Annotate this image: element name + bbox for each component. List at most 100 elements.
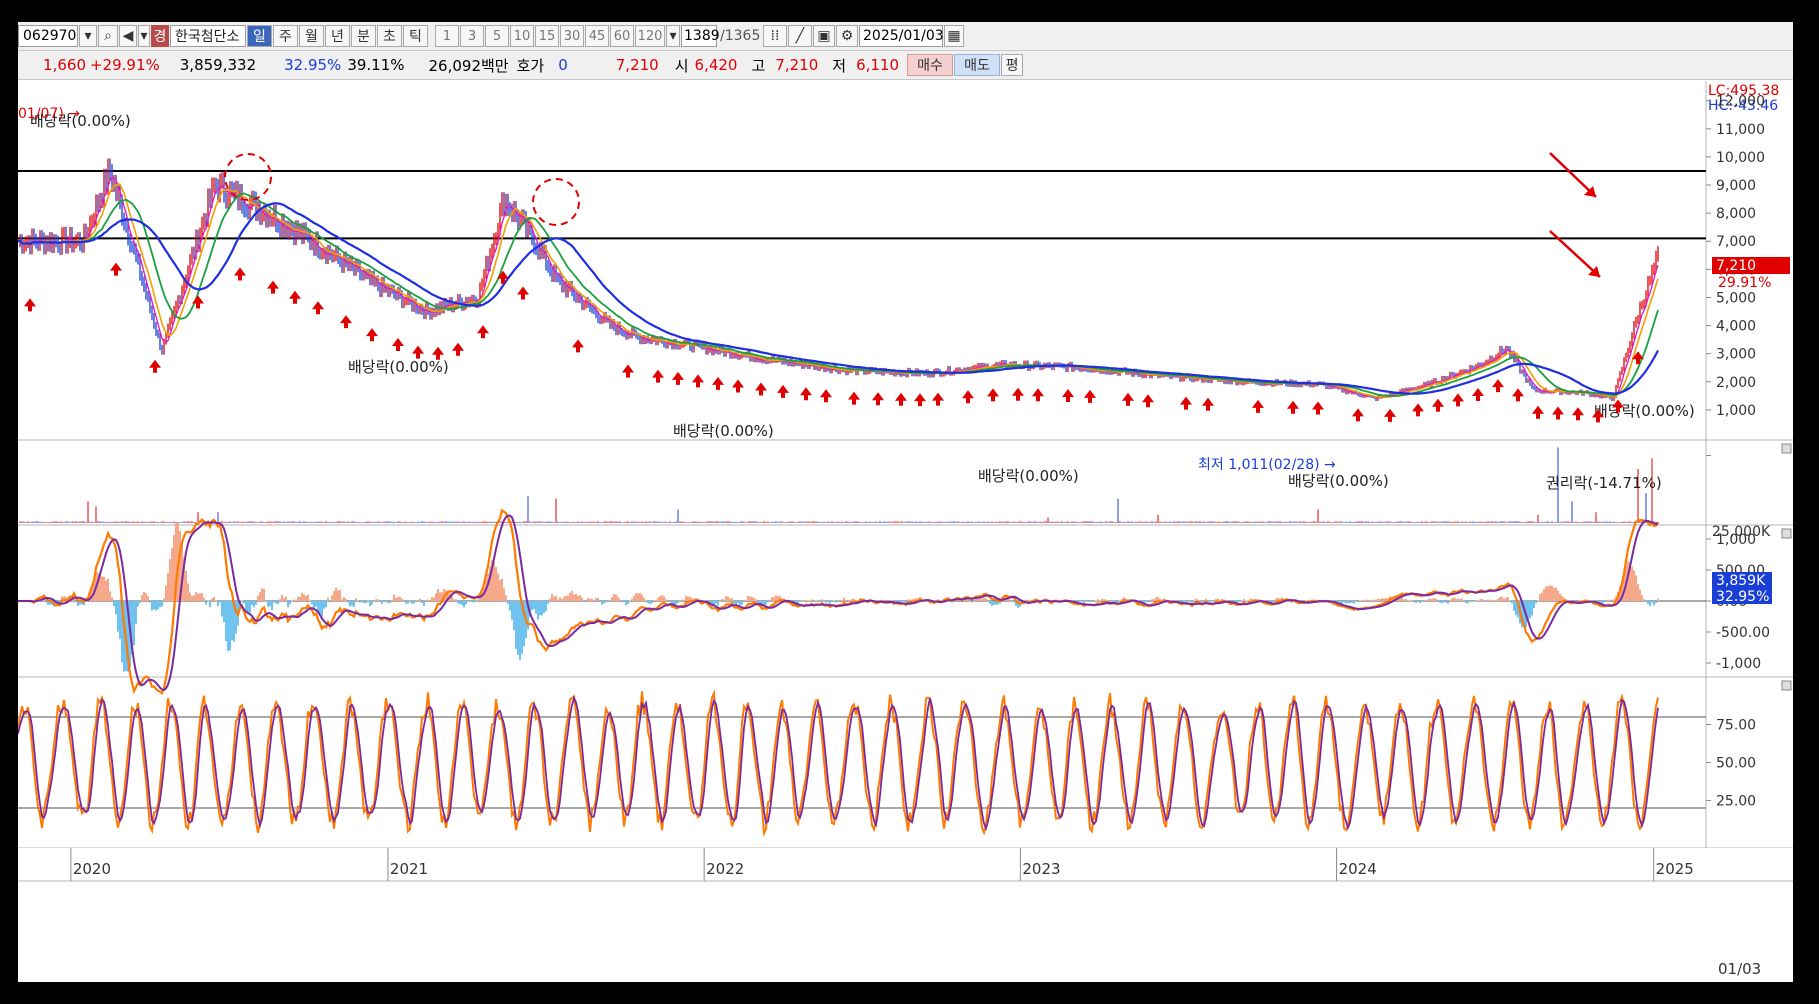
volume-ratio: 32.95% <box>284 56 342 74</box>
timeframe-tab-5[interactable]: 초 <box>377 25 402 47</box>
panel-close-button[interactable] <box>1781 528 1792 539</box>
trade-amount: 26,092백만 <box>428 56 509 75</box>
period-button-2[interactable]: 5 <box>485 25 509 47</box>
open-label: 시 <box>674 56 689 75</box>
macd-axis-tick: -1,000 <box>1716 656 1761 672</box>
event-annotation: 권리락(-14.71%) <box>1546 474 1662 492</box>
last-price-label: 7,210 <box>1716 258 1756 274</box>
hoga-value: 0 <box>558 56 568 74</box>
x-axis-label: 2022 <box>706 860 744 878</box>
price-axis-tick: 12,000 <box>1716 94 1765 110</box>
candle-icon: ⁞⁞ <box>770 28 780 44</box>
market-badge: 경 <box>151 25 169 47</box>
last-volume-label: 3,859K <box>1716 573 1766 589</box>
sound-button[interactable]: ◀ <box>119 25 137 47</box>
timeframe-tab-3[interactable]: 년 <box>325 25 350 47</box>
macd-axis-tick: -500.00 <box>1716 625 1770 641</box>
x-axis-label: 2023 <box>1022 860 1060 878</box>
line-tool-button[interactable]: ╱ <box>788 25 812 47</box>
turnover-rate: 39.11% <box>347 56 405 74</box>
price-axis-tick: 8,000 <box>1716 206 1756 222</box>
current-price: 7,210 <box>615 56 659 74</box>
price-axis-tick: 10,000 <box>1716 150 1765 166</box>
total-count: /1365 <box>720 28 761 44</box>
low-price-marker: 최저 1,011(02/28) → <box>1198 457 1336 473</box>
period-button-5[interactable]: 30 <box>560 25 584 47</box>
high-label: 고 <box>751 56 766 75</box>
search-button[interactable]: ⌕ <box>98 25 118 47</box>
change-percent: +29.91% <box>90 56 160 74</box>
period-button-7[interactable]: 60 <box>610 25 634 47</box>
price-axis-tick: 11,000 <box>1716 122 1765 138</box>
period-button-8[interactable]: 120 <box>635 25 665 47</box>
x-axis-label: 2024 <box>1339 860 1377 878</box>
price-axis-tick: 1,000 <box>1716 403 1756 419</box>
stoch-axis-tick: 25.00 <box>1716 793 1756 809</box>
panel-close-button[interactable] <box>1781 443 1792 454</box>
volume-value: 3,859,332 <box>179 56 257 74</box>
average-button[interactable]: 평 <box>1001 54 1024 76</box>
timeframe-tab-1[interactable]: 주 <box>273 25 298 47</box>
date-input[interactable]: 2025/01/03 <box>859 25 944 47</box>
save-button[interactable]: ▣ <box>813 25 835 47</box>
low-label: 저 <box>832 56 847 75</box>
event-annotation: 배당락(0.00%) <box>673 422 774 440</box>
period-button-3[interactable]: 10 <box>510 25 534 47</box>
stoch-axis-tick: 75.00 <box>1716 718 1756 734</box>
calendar-button[interactable]: ▦ <box>944 25 964 47</box>
save-icon: ▣ <box>817 28 831 44</box>
settings-button[interactable]: ⚙ <box>836 25 858 47</box>
chevron-down-icon: ▾ <box>140 28 148 44</box>
low-value: 6,110 <box>856 56 900 74</box>
code-dropdown-button[interactable]: ▾ <box>79 25 97 47</box>
period-buttons: 1 3 5 10 15 30 45 60 120 <box>435 25 666 47</box>
speaker-icon: ◀ <box>122 28 134 44</box>
timeframe-tab-6[interactable]: 틱 <box>403 25 428 47</box>
panel-close-button[interactable] <box>1781 680 1792 691</box>
price-axis-tick: 7,000 <box>1716 234 1756 250</box>
price-axis-tick: 3,000 <box>1716 347 1756 363</box>
timeframe-tab-4[interactable]: 분 <box>351 25 376 47</box>
x-axis-label: 2020 <box>73 860 111 878</box>
period-button-0[interactable]: 1 <box>435 25 459 47</box>
stock-code-input[interactable]: 062970 <box>18 25 78 47</box>
calendar-icon: ▦ <box>947 28 961 44</box>
volume-axis-tick: 25,000K <box>1712 524 1771 540</box>
x-axis-label: 2021 <box>390 860 428 878</box>
event-annotation: 배당락(0.00%) <box>348 358 449 376</box>
search-icon: ⌕ <box>104 28 112 44</box>
open-value: 6,420 <box>694 56 738 74</box>
price-axis-tick: 9,000 <box>1716 178 1756 194</box>
x-axis-right-label: 01/03 <box>1718 960 1761 978</box>
period-button-1[interactable]: 3 <box>460 25 484 47</box>
price-axis-tick: 4,000 <box>1716 319 1756 335</box>
close-icon <box>1781 528 1792 539</box>
price-axis-tick: 2,000 <box>1716 375 1756 391</box>
close-icon <box>1781 680 1792 691</box>
chevron-down-icon: ▾ <box>84 28 92 44</box>
price-axis-tick: 5,000 <box>1716 290 1756 306</box>
event-annotation: 배당락(0.00%) <box>1288 472 1389 490</box>
x-axis-band <box>18 848 1793 882</box>
high-value: 7,210 <box>775 56 819 74</box>
sell-button[interactable]: 매도 <box>954 54 1001 76</box>
chart-window: 062970 ▾ ⌕ ◀ ▾ 경 한국첨단소 일주월년분초틱 1 3 5 10 15 30… <box>18 22 1793 982</box>
stoch-axis-tick: 50.00 <box>1716 756 1756 772</box>
sound-dropdown-button[interactable]: ▾ <box>138 25 150 47</box>
event-annotation: 01/07) → <box>18 106 80 122</box>
quote-bar: 1,660 +29.91% 3,859,332 32.95% 39.11% 26… <box>18 51 1793 80</box>
period-button-6[interactable]: 45 <box>585 25 609 47</box>
period-dropdown-button[interactable]: ▾ <box>666 25 680 47</box>
timeframe-tab-2[interactable]: 월 <box>299 25 324 47</box>
timeframe-tab-0[interactable]: 일 <box>247 25 272 47</box>
chevron-down-icon: ▾ <box>669 28 677 44</box>
x-axis-label: 2025 <box>1656 860 1694 878</box>
chart-area[interactable]: 2020 2021 2022 2023 2024 2025 배당락(0.00%) 배당락(0… <box>18 81 1793 982</box>
line-tool-icon: ╱ <box>795 28 805 44</box>
toolbar: 062970 ▾ ⌕ ◀ ▾ 경 한국첨단소 일주월년분초틱 1 3 5 10 15 30… <box>18 22 1793 51</box>
buy-button[interactable]: 매수 <box>907 54 954 76</box>
close-icon <box>1781 443 1792 454</box>
chart-type-button[interactable]: ⁞⁞ <box>763 25 787 47</box>
period-button-4[interactable]: 15 <box>535 25 559 47</box>
count-input[interactable]: 1389 <box>681 25 720 47</box>
